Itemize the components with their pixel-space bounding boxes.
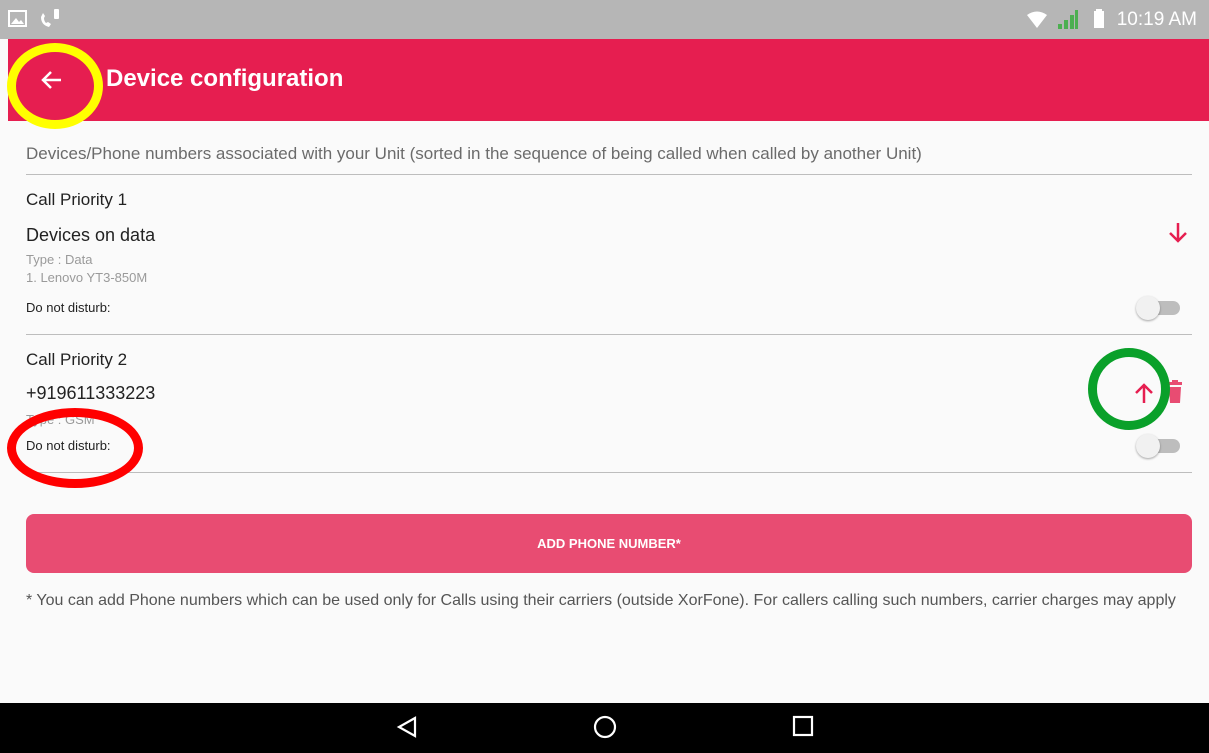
do-not-disturb-toggle[interactable]	[1136, 296, 1180, 320]
divider	[26, 174, 1192, 175]
call-priority-label: Call Priority 1	[26, 190, 128, 209]
nav-home-button[interactable]	[593, 715, 617, 744]
divider	[26, 334, 1192, 335]
device-name: +919611333223	[26, 383, 156, 403]
do-not-disturb-toggle[interactable]	[1136, 434, 1180, 458]
back-triangle-icon	[396, 716, 417, 738]
battery-icon	[1094, 9, 1104, 28]
signal-icon	[1058, 10, 1078, 29]
do-not-disturb-label: Do not disturb:	[26, 300, 111, 315]
recents-square-icon	[792, 715, 814, 737]
home-circle-icon	[593, 715, 617, 739]
app-bar: Device configuration	[8, 39, 1209, 121]
do-not-disturb-label: Do not disturb:	[26, 438, 111, 453]
add-phone-number-button[interactable]: ADD PHONE NUMBER*	[26, 514, 1192, 573]
device-type: Type : GSM	[26, 412, 95, 427]
wifi-icon	[1027, 11, 1047, 28]
device-detail: 1. Lenovo YT3-850M	[26, 270, 148, 285]
arrow-down-icon	[1169, 223, 1187, 243]
device-name: Devices on data	[26, 225, 156, 245]
toggle-thumb	[1136, 434, 1160, 458]
annotation-green-circle	[1088, 348, 1170, 430]
gallery-icon	[8, 10, 27, 27]
toggle-thumb	[1136, 296, 1160, 320]
navigation-bar	[0, 703, 1209, 753]
divider	[26, 472, 1192, 473]
move-up-button[interactable]	[1134, 382, 1154, 409]
status-bar: 10:19 AM	[0, 0, 1209, 39]
move-down-button[interactable]	[1168, 222, 1188, 249]
call-priority-label: Call Priority 2	[26, 350, 128, 369]
footnote-text: * You can add Phone numbers which can be…	[26, 592, 1176, 609]
page-title: Device configuration	[106, 65, 344, 92]
call-notification-icon	[41, 9, 59, 27]
device-type: Type : Data	[26, 252, 93, 267]
status-time: 10:19 AM	[1116, 9, 1197, 30]
delete-button[interactable]	[1166, 380, 1184, 409]
arrow-up-icon	[1135, 383, 1153, 403]
arrow-back-icon	[41, 71, 61, 89]
intro-text: Devices/Phone numbers associated with yo…	[26, 144, 922, 163]
back-button[interactable]	[8, 39, 96, 121]
nav-back-button[interactable]	[396, 715, 418, 744]
delete-icon	[1168, 380, 1182, 403]
nav-recents-button[interactable]	[792, 715, 814, 742]
